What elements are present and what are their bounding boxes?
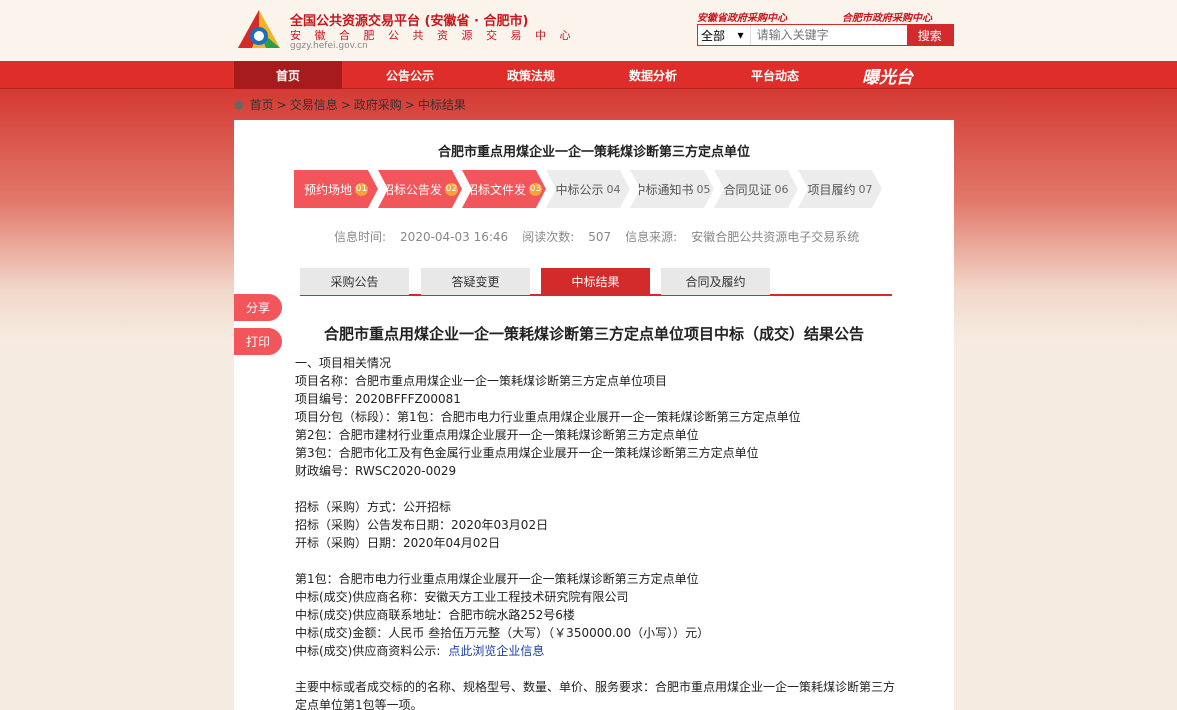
notice-line bbox=[295, 660, 895, 678]
nav-item-announcements[interactable]: 公告公示 bbox=[356, 61, 464, 89]
info-time-label: 信息时间: bbox=[334, 230, 387, 244]
chevron-down-icon: ▾ bbox=[737, 28, 744, 42]
notice-line: 中标(成交)供应商名称：安徽天方工业工程技术研究院有限公司 bbox=[295, 590, 629, 604]
supplier-materials-line: 中标(成交)供应商资料公示: 点此浏览企业信息 bbox=[295, 642, 895, 660]
views-count: 507 bbox=[588, 230, 612, 244]
site-url: ggzy.hefei.gov.cn bbox=[290, 41, 368, 51]
notice-line: 项目编号：2020BFFFZ00081 bbox=[295, 392, 461, 406]
step-label: 招标文件发布 bbox=[466, 182, 526, 197]
step-number: 02 bbox=[445, 182, 458, 196]
main-nav: 首页 公告公示 政策法规 数据分析 平台动态 曝光台 bbox=[0, 61, 1177, 89]
notice-summary: 主要中标或者成交标的的名称、规格型号、数量、单价、服务要求：合肥市重点用煤企业一… bbox=[295, 680, 896, 710]
breadcrumb-home[interactable]: 首页 bbox=[250, 96, 274, 113]
notice-line: 开标（采购）日期：2020年04月02日 bbox=[295, 536, 501, 550]
notice-line bbox=[295, 552, 895, 570]
location-pin-icon: ● bbox=[234, 98, 244, 111]
step-label: 中标公示 bbox=[555, 182, 604, 197]
share-button[interactable]: 分享 bbox=[234, 294, 282, 321]
breadcrumb-separator: > bbox=[404, 97, 415, 112]
step-3[interactable]: 招标文件发布03 bbox=[462, 170, 546, 208]
platform-logo-icon[interactable] bbox=[236, 8, 282, 52]
notice-line: 中标(成交)供应商联系地址：合肥市皖水路252号6楼 bbox=[295, 608, 575, 622]
tab-award-result[interactable]: 中标结果 bbox=[541, 268, 650, 295]
partner-link-province[interactable]: 安徽省政府采购中心 bbox=[697, 9, 787, 24]
tab-procurement-notice[interactable]: 采购公告 bbox=[300, 268, 409, 295]
views-label: 阅读次数: bbox=[522, 230, 575, 244]
tab-qa-changes[interactable]: 答疑变更 bbox=[421, 268, 530, 295]
notice-line: 项目分包（标段）：第1包：合肥市电力行业重点用煤企业展开一企一策耗煤诊断第三方定… bbox=[295, 410, 801, 424]
search-scope-value: 全部 bbox=[701, 28, 726, 43]
tab-contract[interactable]: 合同及履约 bbox=[661, 268, 770, 295]
browse-company-info-link[interactable]: 点此浏览企业信息 bbox=[448, 644, 544, 658]
breadcrumb-trading-info[interactable]: 交易信息 bbox=[290, 96, 338, 113]
breadcrumb: ● 首页 > 交易信息 > 政府采购 > 中标结果 bbox=[234, 96, 469, 113]
nav-item-policies[interactable]: 政策法规 bbox=[477, 61, 585, 89]
notice-line: 招标（采购）公告发布日期：2020年03月02日 bbox=[295, 518, 549, 532]
page-title: 合肥市重点用煤企业一企一策耗煤诊断第三方定点单位 bbox=[437, 145, 750, 160]
source-value: 安徽合肥公共资源电子交易系统 bbox=[691, 230, 860, 244]
breadcrumb-separator: > bbox=[276, 97, 287, 112]
search-input[interactable] bbox=[750, 25, 907, 45]
step-number: 07 bbox=[858, 182, 873, 196]
notice-line: 一、项目相关情况 bbox=[295, 356, 392, 370]
step-label: 项目履约 bbox=[807, 182, 856, 197]
site-header: 全国公共资源交易平台 (安徽省 · 合肥市) 安 徽 合 肥 公 共 资 源 交… bbox=[0, 0, 1177, 61]
nav-item-exposure[interactable]: 曝光台 bbox=[862, 63, 913, 88]
step-label: 招标公告发布 bbox=[382, 182, 442, 197]
step-4[interactable]: 中标公示 04 bbox=[546, 170, 630, 208]
step-7[interactable]: 项目履约 07 bbox=[798, 170, 882, 208]
step-5[interactable]: 中标通知书 05 bbox=[630, 170, 714, 208]
info-time: 2020-04-03 16:46 bbox=[400, 230, 509, 244]
notice-line bbox=[295, 480, 895, 498]
step-number: 03 bbox=[529, 182, 542, 196]
notice-line: 第3包：合肥市化工及有色金属行业重点用煤企业展开一企一策耗煤诊断第三方定点单位 bbox=[295, 446, 759, 460]
step-6[interactable]: 合同见证 06 bbox=[714, 170, 798, 208]
nav-item-home[interactable]: 首页 bbox=[234, 61, 342, 89]
search-bar: 全部 ▾ 搜索 bbox=[697, 24, 954, 46]
notice-title: 合肥市重点用煤企业一企一策耗煤诊断第三方定点单位项目中标（成交）结果公告 bbox=[323, 325, 864, 343]
notice-line: 财政编号：RWSC2020-0029 bbox=[295, 464, 457, 478]
step-label: 中标通知书 bbox=[633, 182, 694, 197]
info-meta: 信息时间: 2020-04-03 16:46 阅读次数: 507 信息来源: 安徽合肥公共… bbox=[334, 228, 873, 245]
step-number: 01 bbox=[355, 182, 368, 196]
notice-line: 中标(成交)金额：人民币 叁拾伍万元整（大写）（￥350000.00（小写））元… bbox=[295, 626, 710, 640]
source-label: 信息来源: bbox=[625, 230, 678, 244]
notice-line: 项目名称：合肥市重点用煤企业一企一策耗煤诊断第三方定点单位项目 bbox=[295, 374, 668, 388]
notice-line: 第2包：合肥市建材行业重点用煤企业展开一企一策耗煤诊断第三方定点单位 bbox=[295, 428, 699, 442]
step-number: 04 bbox=[606, 182, 621, 196]
notice-line: 招标（采购）方式：公开招标 bbox=[295, 500, 452, 514]
nav-item-platform-news[interactable]: 平台动态 bbox=[721, 61, 829, 89]
content-card: 合肥市重点用煤企业一企一策耗煤诊断第三方定点单位 预约场地01 招标公告发布02… bbox=[234, 120, 954, 710]
breadcrumb-gov-procurement[interactable]: 政府采购 bbox=[354, 96, 402, 113]
step-number: 06 bbox=[774, 182, 789, 196]
search-button[interactable]: 搜索 bbox=[906, 25, 953, 45]
supplier-materials-label: 中标(成交)供应商资料公示: bbox=[295, 644, 441, 658]
step-2[interactable]: 招标公告发布02 bbox=[378, 170, 462, 208]
notice-line: 第1包：合肥市电力行业重点用煤企业展开一企一策耗煤诊断第三方定点单位 bbox=[295, 572, 699, 586]
breadcrumb-current: 中标结果 bbox=[417, 98, 466, 112]
breadcrumb-separator: > bbox=[340, 97, 351, 112]
nav-item-data-analysis[interactable]: 数据分析 bbox=[599, 61, 707, 89]
notice-tabs: 采购公告 答疑变更 中标结果 合同及履约 bbox=[300, 268, 892, 296]
search-scope-select[interactable]: 全部 ▾ bbox=[698, 25, 751, 45]
partner-link-city[interactable]: 合肥市政府采购中心 bbox=[842, 9, 932, 24]
print-button[interactable]: 打印 bbox=[234, 328, 282, 355]
step-number: 05 bbox=[696, 182, 711, 196]
step-1[interactable]: 预约场地 01 bbox=[294, 170, 378, 208]
step-label: 合同见证 bbox=[723, 182, 772, 197]
step-label: 预约场地 bbox=[303, 182, 352, 197]
process-steps: 预约场地01 招标公告发布02 招标文件发布03 中标公示04 中标通知书05 … bbox=[294, 170, 882, 208]
notice-body: 一、项目相关情况 项目名称：合肥市重点用煤企业一企一策耗煤诊断第三方定点单位项目… bbox=[295, 354, 895, 710]
